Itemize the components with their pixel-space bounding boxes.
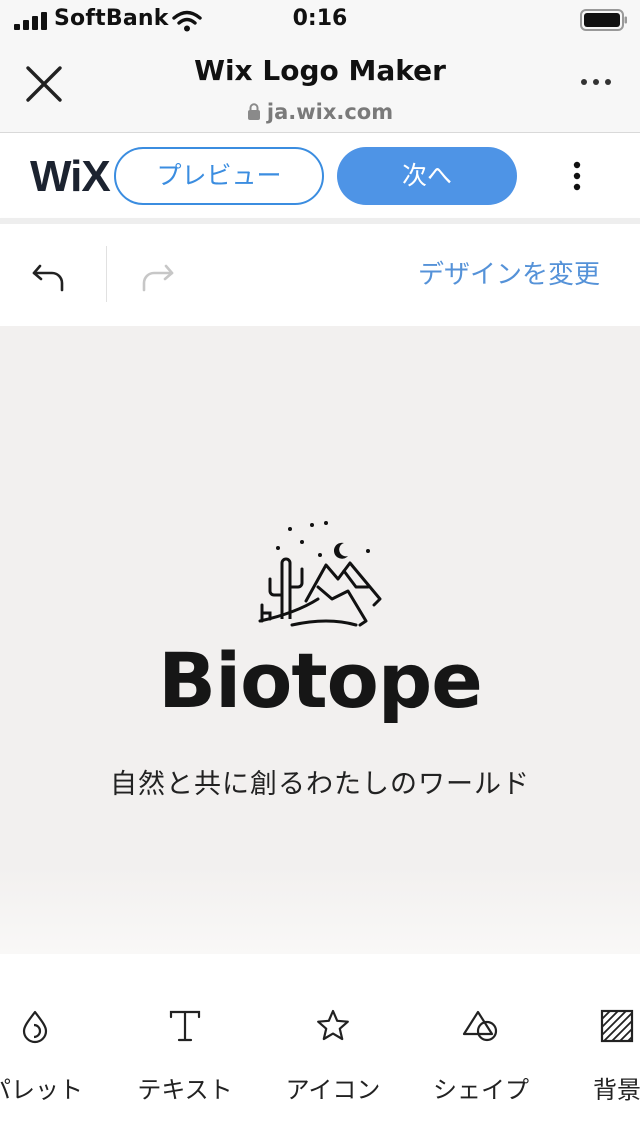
- preview-button[interactable]: プレビュー: [114, 147, 324, 205]
- tool-icon[interactable]: アイコン: [268, 954, 398, 1136]
- undo-icon[interactable]: [30, 258, 68, 292]
- battery-icon: [580, 9, 627, 31]
- tool-text[interactable]: テキスト: [120, 954, 250, 1136]
- tool-label-icon: アイコン: [285, 1076, 381, 1104]
- redo-icon[interactable]: [138, 258, 176, 292]
- logo-tagline[interactable]: 自然と共に創るわたしのワールド: [0, 762, 640, 801]
- tool-shape[interactable]: シェイプ: [416, 954, 546, 1136]
- page-title: Wix Logo Maker: [194, 54, 446, 87]
- logo-brand-name[interactable]: Biotope: [0, 636, 640, 725]
- desert-cactus-moon-icon[interactable]: [256, 521, 384, 629]
- star-icon: [317, 1009, 349, 1041]
- text-icon: [169, 1010, 201, 1042]
- next-button[interactable]: 次へ: [337, 147, 517, 205]
- browser-header: Wix Logo Maker ja.wix.com: [0, 40, 640, 133]
- lock-icon: [247, 103, 260, 120]
- tool-label-text: テキスト: [137, 1076, 233, 1104]
- shapes-icon: [462, 1010, 498, 1042]
- edit-toolbar: デザインを変更: [0, 218, 640, 326]
- bottom-tool-bar: パレット テキスト アイコン シェイプ 背景: [0, 954, 640, 1136]
- background-hatch-icon: [600, 1009, 634, 1043]
- wix-logo: WiX: [30, 154, 111, 198]
- toolbar-divider: [106, 246, 107, 302]
- tool-background[interactable]: 背景: [565, 954, 640, 1136]
- vertical-more-icon[interactable]: [566, 160, 588, 192]
- more-options-icon[interactable]: [578, 72, 614, 92]
- change-design-link[interactable]: デザインを変更: [380, 254, 600, 291]
- logo-canvas: Biotope 自然と共に創るわたしのワールド: [0, 326, 640, 954]
- tool-palette[interactable]: パレット: [0, 954, 100, 1136]
- url-text: ja.wix.com: [266, 100, 394, 124]
- tool-label-background: 背景: [593, 1076, 640, 1104]
- svg-text:WiX: WiX: [30, 154, 110, 198]
- clock: 0:16: [292, 6, 348, 31]
- tool-label-palette: パレット: [0, 1076, 83, 1104]
- url-bar[interactable]: ja.wix.com: [0, 100, 640, 124]
- wix-top-bar: WiX プレビュー 次へ: [0, 134, 640, 218]
- palette-drop-icon: [22, 1010, 48, 1044]
- status-bar: SoftBank 0:16: [0, 0, 640, 40]
